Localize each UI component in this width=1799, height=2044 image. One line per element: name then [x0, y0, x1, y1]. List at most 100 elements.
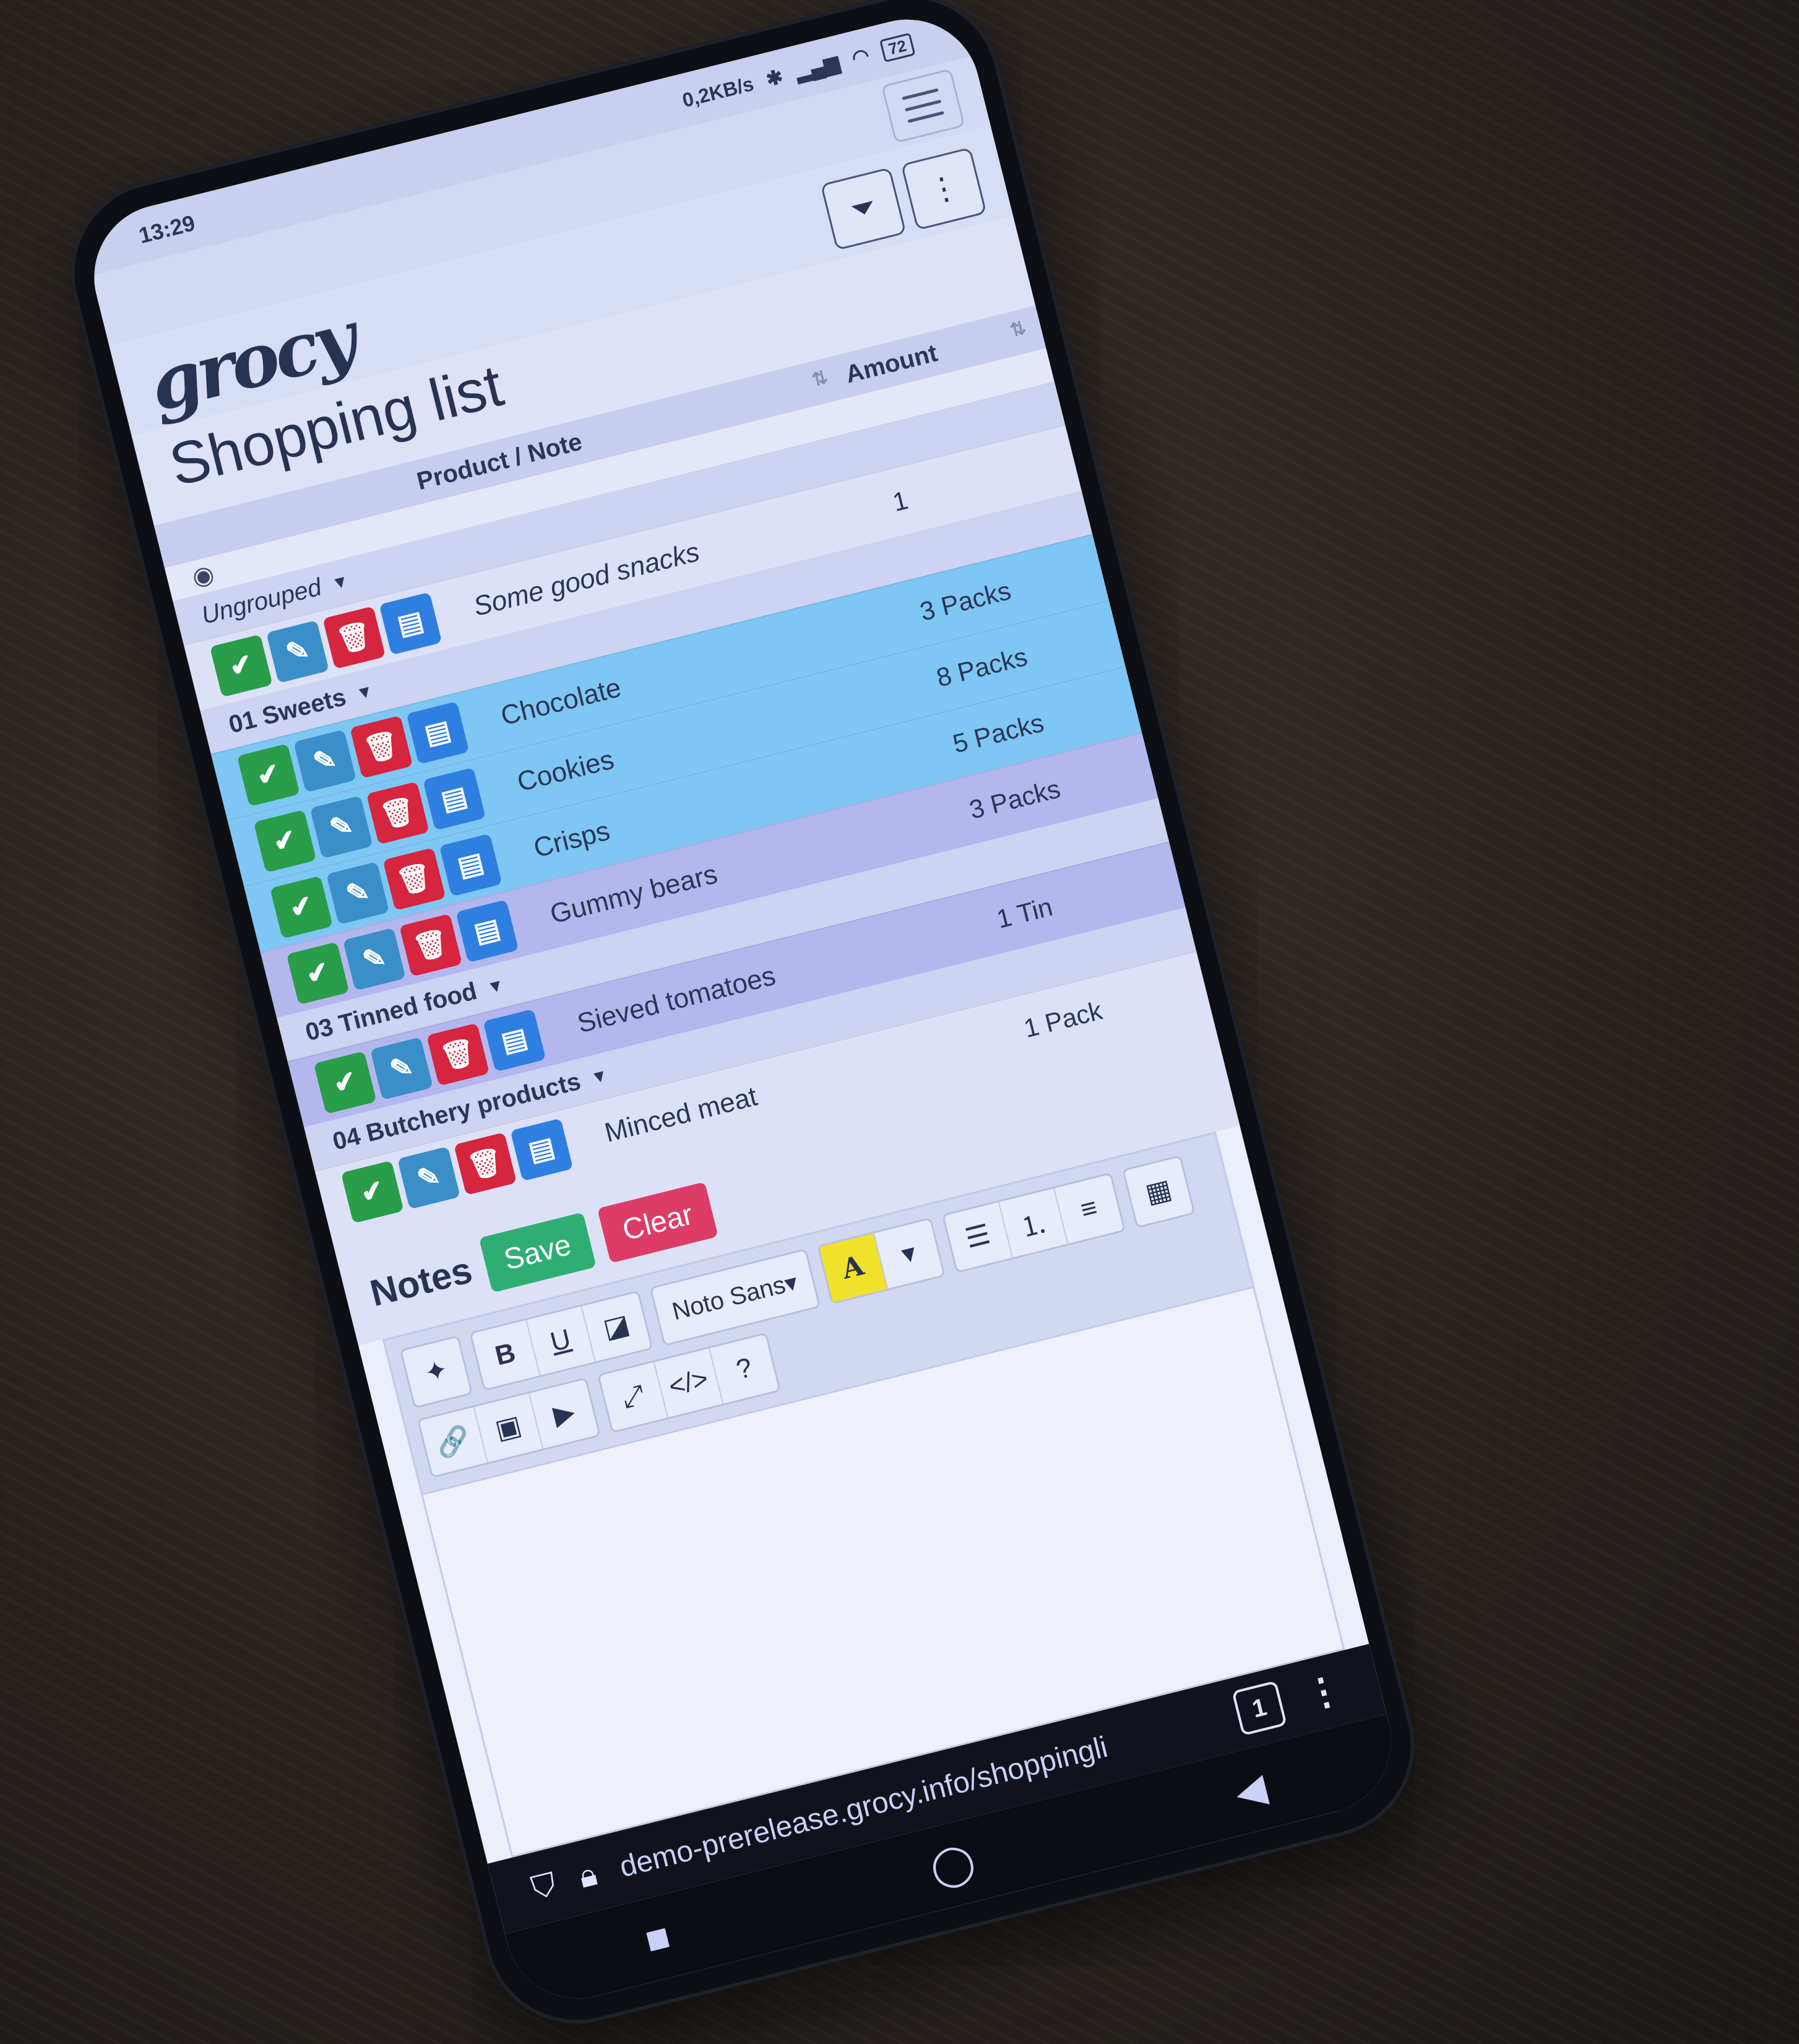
box-icon: ▤: [454, 847, 487, 883]
tab-count-button[interactable]: 1: [1232, 1680, 1287, 1736]
mark-done-button[interactable]: ✔: [253, 809, 317, 873]
unordered-list-icon: ☰: [962, 1219, 994, 1255]
delete-item-button[interactable]: 🗑︎: [454, 1132, 517, 1195]
check-icon: ✔: [303, 955, 333, 991]
edit-item-button[interactable]: ✎: [265, 620, 329, 683]
wifi-icon: ◠: [849, 43, 872, 70]
box-icon: ▤: [438, 781, 471, 817]
edit-icon: ✎: [326, 809, 356, 844]
video-icon: ▶: [550, 1396, 578, 1431]
eye-icon[interactable]: ◉: [189, 560, 217, 592]
mark-done-button[interactable]: ✔: [236, 743, 300, 807]
trash-icon: 🗑︎: [410, 926, 452, 964]
edit-icon: ✎: [283, 634, 313, 669]
mark-done-button[interactable]: ✔: [340, 1160, 404, 1224]
edit-icon: ✎: [414, 1160, 444, 1195]
caret-down-icon: ▼: [329, 570, 351, 594]
delete-item-button[interactable]: 🗑︎: [322, 605, 386, 669]
add-to-stock-button[interactable]: ▤: [406, 701, 470, 764]
recents-icon[interactable]: ■: [641, 1913, 675, 1964]
box-icon: ▤: [525, 1132, 558, 1167]
delete-item-button[interactable]: 🗑︎: [382, 847, 446, 911]
style-group: ✦: [399, 1335, 473, 1409]
status-time: 13:29: [136, 210, 198, 249]
table-icon: ▦: [1142, 1173, 1175, 1210]
table-group: ▦: [1121, 1154, 1196, 1229]
check-icon: ✔: [330, 1065, 360, 1100]
fullscreen-icon: ⤢: [619, 1379, 648, 1414]
back-icon[interactable]: ◀: [1230, 1764, 1271, 1817]
hamburger-menu-button[interactable]: [881, 68, 965, 144]
trash-icon: 🗑︎: [377, 794, 418, 833]
check-icon: ✔: [226, 647, 256, 683]
mark-done-button[interactable]: ✔: [313, 1050, 377, 1114]
home-icon[interactable]: ◯: [925, 1837, 980, 1892]
eraser-icon: ◪: [600, 1309, 633, 1345]
magic-wand-button[interactable]: ✦: [402, 1337, 471, 1406]
mark-done-button[interactable]: ✔: [286, 942, 350, 1005]
add-to-stock-button[interactable]: ▤: [455, 899, 519, 963]
edit-icon: ✎: [359, 941, 389, 977]
check-icon: ✔: [270, 823, 300, 859]
help-icon: ?: [733, 1352, 756, 1385]
clear-notes-button[interactable]: Clear: [597, 1181, 718, 1263]
edit-item-button[interactable]: ✎: [293, 729, 356, 792]
delete-item-button[interactable]: 🗑︎: [426, 1023, 490, 1086]
trash-icon: 🗑︎: [465, 1145, 506, 1183]
link-icon: 🔗: [433, 1423, 473, 1461]
lock-icon: 🔒︎: [575, 1856, 601, 1895]
image-icon: ▣: [492, 1410, 525, 1446]
hamburger-line: [904, 100, 942, 112]
check-icon: ✔: [287, 889, 316, 925]
hamburger-line: [907, 111, 944, 123]
more-options-button[interactable]: ⋮: [900, 147, 987, 231]
edit-icon: ✎: [386, 1050, 416, 1086]
mark-done-button[interactable]: ✔: [209, 634, 273, 698]
code-icon: </>: [665, 1362, 712, 1402]
shield-icon[interactable]: ⛉: [528, 1866, 561, 1908]
trash-icon: 🗑︎: [394, 860, 435, 898]
trash-icon: 🗑︎: [438, 1036, 479, 1074]
box-icon: ▤: [471, 912, 504, 949]
trash-icon: 🗑︎: [334, 618, 375, 657]
insert-table-button[interactable]: ▦: [1124, 1157, 1193, 1226]
filter-button[interactable]: ⏷: [820, 167, 907, 251]
box-icon: ▤: [421, 714, 454, 751]
delete-item-button[interactable]: 🗑︎: [366, 781, 429, 844]
add-to-stock-button[interactable]: ▤: [439, 833, 503, 896]
edit-icon: ✎: [310, 743, 340, 779]
check-icon: ✔: [253, 757, 283, 792]
edit-item-button[interactable]: ✎: [369, 1036, 433, 1100]
browser-menu-icon[interactable]: ⋮: [1300, 1667, 1347, 1718]
edit-item-button[interactable]: ✎: [309, 795, 373, 859]
caret-down-icon: ▼: [354, 680, 376, 704]
sort-icon: ⇅: [809, 367, 830, 391]
hamburger-line: [902, 88, 939, 101]
add-to-stock-button[interactable]: ▤: [423, 767, 486, 831]
add-to-stock-button[interactable]: ▤: [379, 592, 442, 655]
magic-wand-icon: ✦: [421, 1354, 451, 1389]
edit-item-button[interactable]: ✎: [326, 861, 390, 925]
highlight-letter: A: [839, 1250, 867, 1286]
underline-icon: U: [547, 1323, 574, 1358]
filter-icon: ⏷: [847, 188, 880, 228]
delete-item-button[interactable]: 🗑︎: [350, 715, 413, 779]
add-to-stock-button[interactable]: ▤: [483, 1008, 546, 1072]
align-icon: ≡: [1077, 1192, 1100, 1226]
notes-title: Notes: [366, 1249, 477, 1314]
box-icon: ▤: [498, 1022, 531, 1059]
add-to-stock-button[interactable]: ▤: [510, 1118, 574, 1181]
save-notes-button[interactable]: Save: [478, 1211, 597, 1293]
edit-item-button[interactable]: ✎: [397, 1146, 460, 1210]
mark-done-button[interactable]: ✔: [270, 875, 333, 939]
network-speed: 0,2KB/s: [679, 72, 756, 111]
delete-item-button[interactable]: 🗑︎: [399, 913, 462, 977]
battery-icon: 72: [879, 32, 916, 63]
caret-down-icon: ▾: [898, 1237, 920, 1270]
edit-item-button[interactable]: ✎: [342, 927, 406, 991]
signal-icon: ▂▄▆: [793, 51, 842, 84]
sort-icon: ⇅: [1007, 318, 1029, 342]
check-icon: ✔: [357, 1174, 387, 1210]
edit-icon: ✎: [343, 875, 373, 911]
caret-down-icon: ▼: [485, 974, 506, 997]
